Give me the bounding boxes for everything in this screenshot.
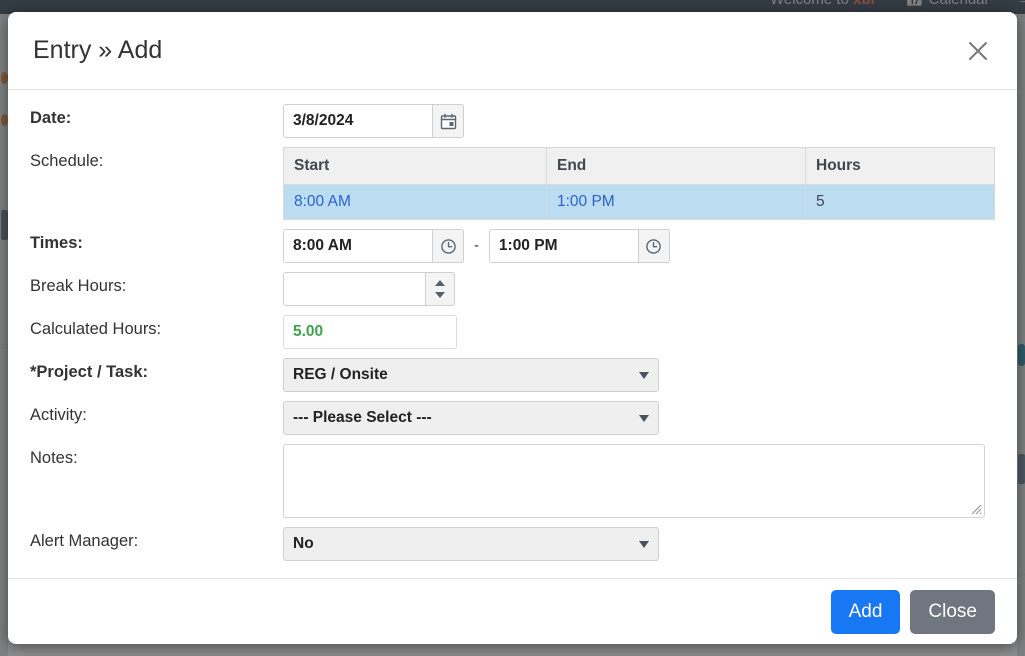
times-label: Times:: [30, 234, 83, 252]
field-row-project-task: *Project / Task: REG / Onsite: [30, 358, 995, 392]
notes-control: [283, 444, 995, 518]
time-start-input[interactable]: 8:00 AM: [283, 229, 433, 263]
field-row-notes: Notes:: [30, 444, 995, 518]
schedule-label: Schedule:: [30, 152, 104, 170]
entry-add-dialog: Entry » Add Date: 3/8/2024 Schedule: Sta…: [8, 12, 1017, 644]
field-row-times: Times: 8:00 AM - 1:00 PM: [30, 229, 995, 263]
schedule-table-head: Start End Hours: [283, 147, 995, 185]
quantity-stepper[interactable]: [426, 272, 455, 306]
project-task-value: REG / Onsite: [293, 366, 388, 383]
project-task-select[interactable]: REG / Onsite: [283, 358, 659, 392]
schedule-table-body: 8:00 AM 1:00 PM 5: [283, 184, 995, 220]
alert-manager-value: No: [293, 535, 314, 552]
schedule-col-hours: Hours: [805, 147, 995, 185]
activity-value: --- Please Select ---: [293, 409, 432, 426]
project-task-label: *Project / Task:: [30, 363, 148, 381]
field-row-date: Date: 3/8/2024: [30, 104, 995, 138]
field-row-alert-manager: Alert Manager: No: [30, 527, 995, 561]
calculated-hours-control: 5.00: [283, 315, 995, 349]
chevron-down-icon: [639, 414, 649, 422]
chevron-down-icon: [639, 540, 649, 548]
date-input-group: 3/8/2024: [283, 104, 464, 138]
schedule-cell-hours: 5: [805, 184, 995, 220]
dialog-title: Entry » Add: [33, 36, 163, 64]
close-button[interactable]: Close: [910, 589, 995, 634]
schedule-control: Start End Hours 8:00 AM 1:00 PM 5: [283, 147, 995, 220]
alert-manager-control: No: [283, 527, 995, 561]
caret-down-icon[interactable]: [435, 292, 445, 298]
caret-up-icon[interactable]: [435, 280, 445, 286]
alert-manager-label: Alert Manager:: [30, 532, 139, 550]
date-input[interactable]: 3/8/2024: [283, 104, 433, 138]
times-separator: -: [473, 237, 479, 254]
times-control: 8:00 AM - 1:00 PM: [283, 229, 995, 263]
field-row-activity: Activity: --- Please Select ---: [30, 401, 995, 435]
schedule-table: Start End Hours 8:00 AM 1:00 PM 5: [283, 147, 995, 220]
resize-grip-icon[interactable]: [968, 501, 982, 515]
clock-icon[interactable]: [433, 229, 464, 263]
calculated-hours-value: 5.00: [283, 315, 457, 349]
date-control: 3/8/2024: [283, 104, 995, 138]
project-task-control: REG / Onsite: [283, 358, 995, 392]
time-start-group: 8:00 AM: [283, 229, 464, 263]
clock-icon[interactable]: [638, 229, 670, 263]
break-hours-label: Break Hours:: [30, 277, 127, 295]
calendar-icon[interactable]: [433, 104, 464, 138]
table-row[interactable]: 8:00 AM 1:00 PM 5: [283, 184, 995, 220]
activity-select[interactable]: --- Please Select ---: [283, 401, 659, 435]
notes-label: Notes:: [30, 449, 78, 467]
close-icon[interactable]: [961, 34, 995, 68]
alert-manager-select[interactable]: No: [283, 527, 659, 561]
schedule-cell-start: 8:00 AM: [283, 184, 547, 220]
schedule-col-start: Start: [283, 147, 547, 185]
activity-label: Activity:: [30, 406, 87, 424]
time-end-group: 1:00 PM: [488, 229, 670, 263]
add-button[interactable]: Add: [830, 589, 901, 634]
chevron-down-icon: [639, 371, 649, 379]
break-hours-group: [283, 272, 455, 306]
schedule-col-end: End: [546, 147, 806, 185]
field-row-break-hours: Break Hours:: [30, 272, 995, 306]
time-end-input[interactable]: 1:00 PM: [488, 229, 639, 263]
dialog-header: Entry » Add: [8, 12, 1017, 90]
dialog-footer: Add Close: [8, 578, 1017, 644]
field-row-schedule: Schedule: Start End Hours 8:00 AM 1:00 P…: [30, 147, 995, 220]
activity-control: --- Please Select ---: [283, 401, 995, 435]
dialog-body: Date: 3/8/2024 Schedule: Start End Hours…: [8, 90, 1017, 578]
notes-input[interactable]: [283, 444, 985, 518]
break-hours-control: [283, 272, 995, 306]
schedule-header-row: Start End Hours: [283, 147, 995, 185]
break-hours-input[interactable]: [283, 272, 426, 306]
schedule-cell-end: 1:00 PM: [546, 184, 806, 220]
field-row-calculated-hours: Calculated Hours: 5.00: [30, 315, 995, 349]
calculated-hours-label: Calculated Hours:: [30, 320, 162, 338]
date-label: Date:: [30, 109, 72, 127]
